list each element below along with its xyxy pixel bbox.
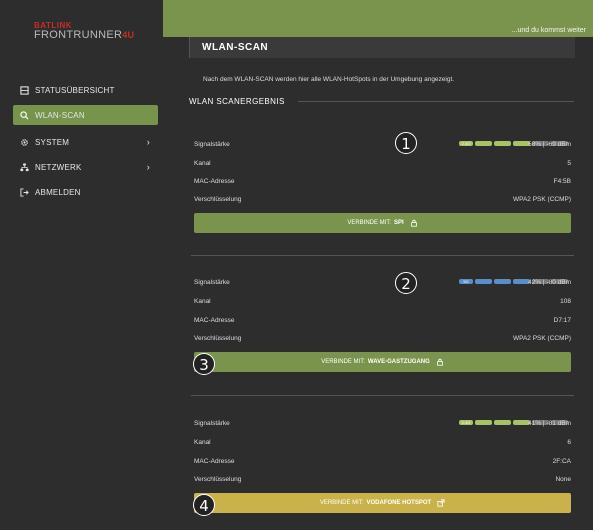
- logo-accent: 4U: [122, 30, 135, 40]
- divider: [298, 101, 574, 102]
- signal-segment: [494, 141, 511, 146]
- encryption-label: Verschlüsselung: [194, 476, 242, 483]
- encryption-value: WPA2 PSK (CCMP): [512, 335, 571, 342]
- callout-marker: 3: [193, 353, 215, 375]
- connect-prefix: VERBINDE MIT:: [321, 359, 365, 365]
- sidebar-item-label: NETZWERK: [35, 162, 82, 172]
- mac-row: MAC-Adresse F4:5B: [194, 178, 571, 188]
- tagline: ...und du kommst weiter: [511, 27, 586, 34]
- channel-row: Kanal 5: [194, 160, 571, 170]
- chevron-right-icon: ›: [146, 162, 150, 172]
- channel-row: Kanal 108: [194, 298, 571, 308]
- sidebar-item-label: STATUSÜBERSICHT: [35, 85, 115, 95]
- encryption-row: Verschlüsselung WPA2 PSK (CCMP): [194, 196, 571, 206]
- chevron-right-icon: ›: [146, 137, 150, 147]
- signal-label: Signalstärke: [194, 141, 230, 148]
- band-badge: 2.4G: [459, 141, 473, 146]
- sidebar-item-abmelden[interactable]: ABMELDEN: [18, 182, 158, 202]
- sidebar-item-netzwerk[interactable]: NETZWERK ›: [18, 157, 158, 177]
- mac-label: MAC-Adresse: [194, 178, 235, 185]
- connect-ssid: SPI: [394, 220, 404, 226]
- page-header: WLAN-SCAN: [189, 37, 575, 58]
- divider: [191, 395, 574, 396]
- page-title: WLAN-SCAN: [202, 42, 269, 53]
- connect-prefix: VERBINDE MIT:: [319, 500, 364, 506]
- encryption-value: None: [555, 476, 571, 483]
- logo: BATLINK FRONTRUNNER4U: [34, 22, 134, 41]
- app: BATLINK FRONTRUNNER4U STATUSÜBERSICHT WL…: [0, 0, 593, 530]
- signal-row: Signalstärke 2.4G 41% | -81 dBm: [194, 420, 571, 430]
- signal-value: 58% | -69 dBm: [528, 141, 571, 148]
- logout-icon: [18, 186, 30, 198]
- top-bar: ...und du kommst weiter: [163, 0, 593, 37]
- signal-label: Signalstärke: [194, 420, 230, 427]
- channel-value: 108: [560, 298, 571, 305]
- signal-value: 42% | -80 dBm: [528, 279, 571, 286]
- signal-segment: [475, 141, 492, 146]
- channel-value: 5: [567, 160, 571, 167]
- page-description: Nach dem WLAN-SCAN werden hier alle WLAN…: [203, 76, 455, 83]
- signal-segment: [475, 420, 492, 425]
- mac-value: F4:5B: [553, 178, 571, 185]
- network-icon: [18, 161, 30, 173]
- sidebar-item-system[interactable]: SYSTEM ›: [18, 132, 158, 152]
- channel-label: Kanal: [194, 439, 211, 446]
- band-badge: 5G: [459, 279, 473, 284]
- divider: [191, 255, 574, 256]
- connect-button-wave-gastzugang[interactable]: VERBINDE MIT: WAVE-GASTZUGANG: [194, 352, 571, 372]
- gear-icon: [18, 136, 30, 148]
- callout-marker: 2: [395, 272, 417, 294]
- encryption-row: Verschlüsselung WPA2 PSK (CCMP): [194, 335, 571, 345]
- signal-segment: [475, 279, 492, 284]
- signal-row: Signalstärke 5G 42% | -80 dBm: [194, 279, 571, 289]
- connect-button-vodafone-hotspot[interactable]: VERBINDE MIT: VODAFONE HOTSPOT: [194, 493, 571, 513]
- lock-icon: [436, 358, 444, 366]
- encryption-row: Verschlüsselung None: [194, 476, 571, 486]
- sidebar: BATLINK FRONTRUNNER4U STATUSÜBERSICHT WL…: [0, 0, 163, 530]
- channel-label: Kanal: [194, 160, 211, 167]
- callout-marker: 4: [193, 494, 215, 516]
- encryption-label: Verschlüsselung: [194, 335, 242, 342]
- channel-value: 6: [567, 439, 571, 446]
- status-icon: [18, 84, 30, 96]
- connect-ssid: VODAFONE HOTSPOT: [366, 500, 432, 506]
- lock-icon: [410, 219, 418, 227]
- mac-label: MAC-Adresse: [194, 317, 235, 324]
- sidebar-item-statusuebersicht[interactable]: STATUSÜBERSICHT: [18, 80, 158, 100]
- mac-row: MAC-Adresse 2F:CA: [194, 458, 571, 468]
- mac-row: MAC-Adresse D7:17: [194, 317, 571, 327]
- signal-row: Signalstärke 2.4G 58% | -69 dBm: [194, 141, 571, 151]
- callout-marker: 1: [395, 132, 417, 154]
- section-title: WLAN SCANERGEBNIS: [189, 97, 285, 106]
- signal-segment: [494, 420, 511, 425]
- search-icon: [18, 109, 30, 121]
- encryption-value: WPA2 PSK (CCMP): [512, 196, 571, 203]
- signal-segment: [494, 279, 511, 284]
- channel-row: Kanal 6: [194, 439, 571, 449]
- main-content: WLAN-SCAN Nach dem WLAN-SCAN werden hier…: [163, 37, 593, 530]
- signal-label: Signalstärke: [194, 279, 230, 286]
- sidebar-item-label: WLAN-SCAN: [35, 110, 85, 120]
- sidebar-item-label: SYSTEM: [35, 137, 70, 147]
- connect-ssid: WAVE-GASTZUGANG: [367, 359, 430, 365]
- signal-value: 41% | -81 dBm: [528, 420, 571, 427]
- sidebar-item-label: ABMELDEN: [35, 187, 81, 197]
- channel-label: Kanal: [194, 298, 211, 305]
- connect-button-spi[interactable]: VERBINDE MIT: SPI: [194, 213, 571, 233]
- external-link-icon: [437, 499, 445, 507]
- logo-line2-text: FRONTRUNNER: [34, 29, 123, 41]
- mac-value: D7:17: [553, 317, 571, 324]
- sidebar-item-wlan-scan[interactable]: WLAN-SCAN: [13, 105, 158, 125]
- encryption-label: Verschlüsselung: [194, 196, 242, 203]
- connect-prefix: VERBINDE MIT:: [347, 220, 391, 226]
- band-badge: 2.4G: [459, 420, 473, 425]
- mac-label: MAC-Adresse: [194, 458, 235, 465]
- logo-line2: FRONTRUNNER4U: [34, 30, 134, 41]
- mac-value: 2F:CA: [552, 458, 571, 465]
